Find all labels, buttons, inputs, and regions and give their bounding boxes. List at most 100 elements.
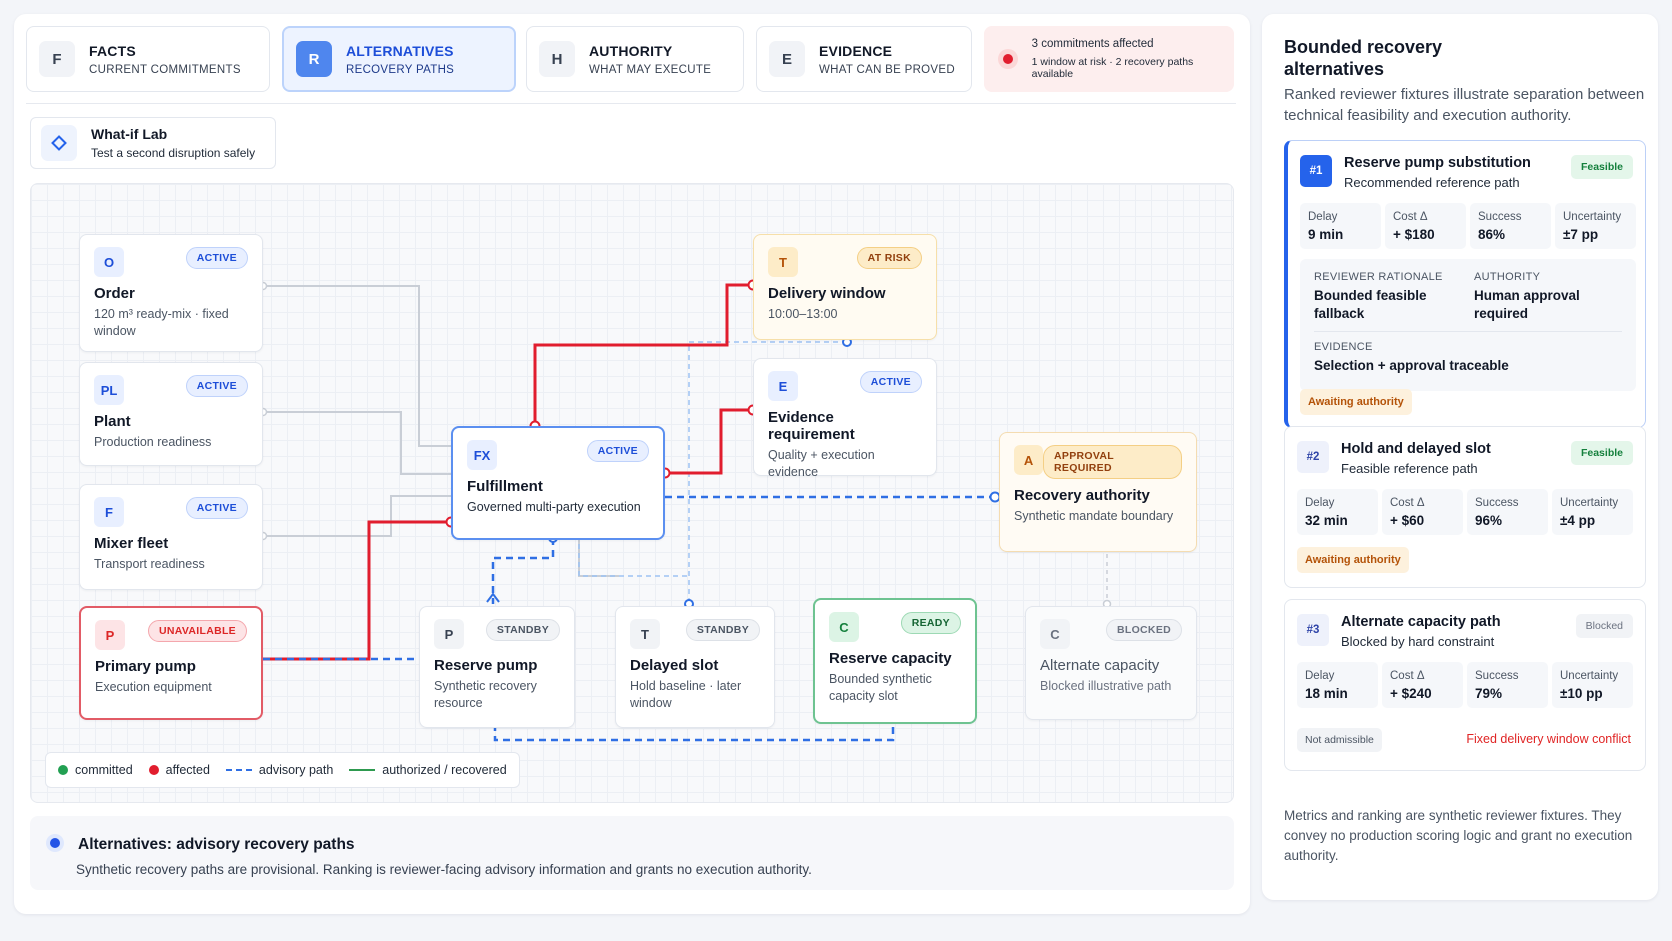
- rationale-divider: [1314, 331, 1622, 332]
- legend-committed-label: committed: [75, 763, 133, 777]
- tab-sub-facts: CURRENT COMMITMENTS: [89, 63, 241, 76]
- legend-authorized-label: authorized / recovered: [382, 763, 507, 777]
- alert-line-2: 1 window at risk · 2 recovery paths avai…: [1031, 56, 1194, 80]
- metric-value: 86%: [1478, 227, 1506, 242]
- alternative-card-3[interactable]: #3 Alternate capacity path Blocked by ha…: [1284, 599, 1646, 771]
- metric-label: Delay: [1308, 211, 1338, 223]
- node-delayed-sub: Hold baseline · later window: [630, 679, 742, 710]
- node-delayed-slot[interactable]: T STANDBY Delayed slot Hold baseline · la…: [615, 606, 775, 728]
- node-evidence-title: Evidence requirement: [768, 409, 855, 443]
- node-order[interactable]: O ACTIVE Order 120 m³ ready-mix · fixed w…: [79, 234, 263, 352]
- node-plant-title: Plant: [94, 413, 131, 430]
- node-evidence-requirement[interactable]: E ACTIVE Evidence requirement Quality + e…: [753, 358, 937, 479]
- affected-dot-icon: [148, 765, 159, 775]
- tab-authority[interactable]: H AUTHORITY WHAT MAY EXECUTE: [526, 26, 744, 92]
- banner-title: Alternatives: advisory recovery paths: [78, 836, 355, 853]
- metric-label: Delay: [1305, 497, 1335, 509]
- node-reserve-cap-badge: READY: [900, 612, 961, 634]
- side-panel-desc: Ranked reviewer fixtures illustrate sepa…: [1284, 86, 1645, 124]
- tab-letter-facts: F: [39, 41, 75, 77]
- tab-letter-evidence: E: [769, 41, 805, 77]
- authority-value: Human approval required: [1474, 288, 1580, 321]
- node-reserve-cap-letter: C: [829, 612, 859, 642]
- card-1-sub: Recommended reference path: [1344, 175, 1520, 190]
- metric-label: Success: [1478, 211, 1522, 223]
- node-pump-badge: UNAVAILABLE: [148, 620, 247, 642]
- metric-value: + $240: [1390, 686, 1432, 701]
- node-fulfillment-sub: Governed multi-party execution: [467, 500, 641, 514]
- node-pump-sub: Execution equipment: [95, 680, 212, 694]
- card-3-status-pill: Blocked: [1575, 614, 1633, 638]
- node-reserve-pump[interactable]: P STANDBY Reserve pump Synthetic recovery…: [419, 606, 575, 728]
- node-mixer-badge: ACTIVE: [185, 497, 248, 519]
- node-alt-cap-title: Alternate capacity: [1040, 657, 1160, 674]
- node-recovery-authority[interactable]: A APPROVAL REQUIRED Recovery authority Sy…: [999, 432, 1197, 552]
- metric-delay: Delay 18 min: [1297, 662, 1378, 708]
- card-3-conflict-text: Fixed delivery window conflict: [1466, 732, 1631, 746]
- card-2-sub: Feasible reference path: [1341, 461, 1478, 476]
- node-delivery-window[interactable]: T AT RISK Delivery window 10:00–13:00: [753, 234, 937, 340]
- legend-advisory: advisory path: [225, 763, 333, 777]
- tab-alternatives[interactable]: R ALTERNATIVES RECOVERY PATHS: [282, 26, 516, 92]
- card-2-title: Hold and delayed slot: [1341, 441, 1491, 457]
- node-primary-pump[interactable]: P UNAVAILABLE Primary pump Execution equi…: [79, 606, 263, 720]
- legend-committed: committed: [58, 763, 133, 777]
- node-plant[interactable]: PL ACTIVE Plant Production readiness: [79, 362, 263, 466]
- metric-success: Success 79%: [1467, 662, 1548, 708]
- card-3-title: Alternate capacity path: [1341, 614, 1501, 630]
- dependency-graph-canvas[interactable]: O ACTIVE Order 120 m³ ready-mix · fixed w…: [30, 183, 1234, 803]
- node-plant-letter: PL: [94, 375, 124, 405]
- node-fulfillment-letter: FX: [467, 440, 497, 470]
- rationale-value: Bounded feasible fallback: [1314, 288, 1427, 321]
- tab-evidence[interactable]: E EVIDENCE WHAT CAN BE PROVED: [756, 26, 972, 92]
- metric-label: Cost Δ: [1390, 670, 1425, 682]
- metric-cost: Cost Δ + $60: [1382, 489, 1463, 535]
- header-divider: [26, 103, 1236, 104]
- metric-label: Cost Δ: [1390, 497, 1425, 509]
- info-dot-icon: [46, 834, 64, 852]
- whatif-lab-button[interactable]: What-if Lab Test a second disruption saf…: [30, 117, 276, 169]
- card-2-awaiting-badge: Awaiting authority: [1297, 547, 1409, 573]
- card-3-sub: Blocked by hard constraint: [1341, 634, 1495, 649]
- node-fulfillment-title: Fulfillment: [467, 478, 543, 495]
- rank-badge-2: #2: [1297, 441, 1329, 473]
- node-reserve-pump-letter: P: [434, 619, 464, 649]
- side-panel-title: Bounded recovery alternatives: [1284, 37, 1443, 79]
- rank-badge-1: #1: [1300, 155, 1332, 187]
- card-2-metrics: Delay 32 min Cost Δ + $60 Success 96% Uncer…: [1297, 489, 1633, 535]
- advisory-dash-icon: [225, 769, 252, 771]
- metric-label: Cost Δ: [1393, 211, 1428, 223]
- node-delivery-title: Delivery window: [768, 285, 886, 302]
- node-pump-title: Primary pump: [95, 658, 196, 675]
- metric-success: Success 86%: [1470, 203, 1551, 249]
- node-reserve-capacity[interactable]: C READY Reserve capacity Bounded syntheti…: [813, 598, 977, 724]
- metric-label: Success: [1475, 497, 1519, 509]
- node-mixer-fleet[interactable]: F ACTIVE Mixer fleet Transport readiness: [79, 484, 263, 590]
- whatif-sub: Test a second disruption safely: [91, 146, 256, 160]
- alternative-card-1[interactable]: #1 Reserve pump substitution Recommended…: [1284, 140, 1646, 428]
- metric-uncertainty: Uncertainty ±7 pp: [1555, 203, 1636, 249]
- node-alternate-capacity[interactable]: C BLOCKED Alternate capacity Blocked illu…: [1025, 606, 1197, 720]
- node-evidence-sub: Quality + execution evidence: [768, 448, 875, 479]
- node-alt-cap-sub: Blocked illustrative path: [1040, 679, 1172, 693]
- node-delivery-badge: AT RISK: [856, 247, 922, 269]
- node-delayed-title: Delayed slot: [630, 657, 719, 674]
- card-2-status-pill: Feasible: [1570, 441, 1633, 465]
- tab-title-alternatives: ALTERNATIVES: [346, 42, 454, 59]
- authorized-line-icon: [349, 769, 376, 771]
- alternative-card-2[interactable]: #2 Hold and delayed slot Feasible refere…: [1284, 426, 1646, 588]
- metric-success: Success 96%: [1467, 489, 1548, 535]
- node-recovery-letter: A: [1014, 445, 1044, 475]
- node-delayed-badge: STANDBY: [685, 619, 760, 641]
- tab-facts[interactable]: F FACTS CURRENT COMMITMENTS: [26, 26, 270, 92]
- metric-value: + $60: [1390, 513, 1425, 528]
- node-order-badge: ACTIVE: [185, 247, 248, 269]
- legend-authorized: authorized / recovered: [349, 763, 507, 777]
- card-1-status-pill: Feasible: [1570, 155, 1633, 179]
- rank-badge-3: #3: [1297, 614, 1329, 646]
- node-fulfillment[interactable]: FX ACTIVE Fulfillment Governed multi-part…: [451, 426, 665, 540]
- node-delivery-letter: T: [768, 247, 798, 277]
- alert-dot-icon: [998, 49, 1018, 69]
- commitments-alert[interactable]: 3 commitments affected 1 window at risk …: [984, 26, 1234, 92]
- node-evidence-letter: E: [768, 371, 798, 401]
